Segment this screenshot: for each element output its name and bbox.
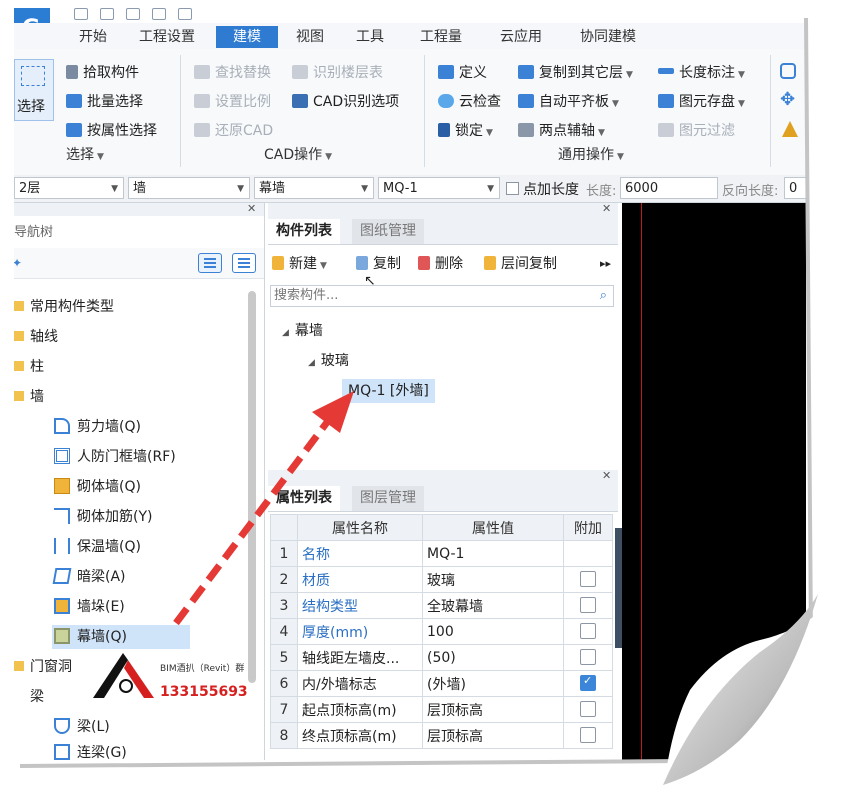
annotation-arrow [173, 391, 354, 626]
app-window: G 开始 工程设置 建模 视图 工具 工程量 云应用 协同建模 选择 拾取构件 … [14, 8, 806, 760]
